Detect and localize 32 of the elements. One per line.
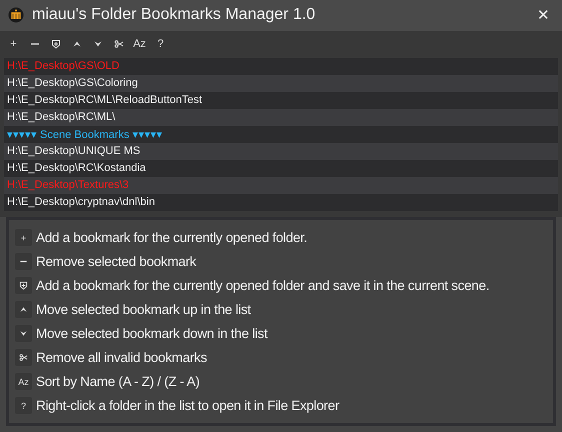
down-chevron-icon [15, 325, 32, 342]
shield-plus-icon [50, 38, 60, 49]
help-text: Remove selected bookmark [36, 254, 196, 269]
help-text: Right-click a folder in the list to open it in File Explorer [36, 398, 340, 413]
bookmark-item[interactable]: H:\E_Desktop\RC\Kostandia [7, 162, 146, 174]
toolbar-button[interactable]: ? [151, 34, 170, 54]
scissors-icon [15, 349, 32, 366]
toolbar-button[interactable]: + [4, 34, 23, 54]
up-chevron-icon [15, 301, 32, 318]
down-chevron-icon [92, 38, 102, 49]
scissors-icon [114, 38, 124, 49]
help-text: Add a bookmark for the currently opened folder and save it in the current scene. [36, 278, 490, 293]
bookmark-item[interactable]: H:\E_Desktop\UNIQUE MS [7, 145, 140, 158]
scene-bookmarks-separator: ▾▾▾▾▾ Scene Bookmarks ▾▾▾▾▾ [7, 128, 162, 141]
help-key: + [15, 229, 32, 246]
close-button[interactable]: ✕ [533, 6, 554, 24]
toolbar-button[interactable]: Az [130, 34, 149, 54]
bookmark-item[interactable]: H:\E_Desktop\GS\OLD [7, 60, 120, 72]
bookmark-item[interactable]: H:\E_Desktop\GS\Coloring [7, 77, 138, 90]
help-text: Sort by Name (A - Z) / (Z - A) [36, 374, 200, 389]
help-key: Az [15, 373, 32, 390]
shield-plus-icon [15, 277, 32, 294]
app-logo-icon [8, 7, 24, 24]
help-text: Remove all invalid bookmarks [36, 350, 207, 365]
help-text: Move selected bookmark down in the list [36, 326, 268, 341]
window-title: miauu's Folder Bookmarks Manager 1.0 [32, 6, 316, 24]
help-key: ? [15, 397, 32, 414]
minus-icon [15, 253, 32, 270]
help-text: Move selected bookmark up in the list [36, 302, 251, 317]
bookmark-item[interactable]: H:\E_Desktop\cryptnav\dnl\bin [7, 196, 155, 208]
help-text: Add a bookmark for the currently opened folder. [36, 230, 308, 245]
bookmark-item[interactable]: H:\E_Desktop\RC\ML\ [7, 111, 116, 124]
